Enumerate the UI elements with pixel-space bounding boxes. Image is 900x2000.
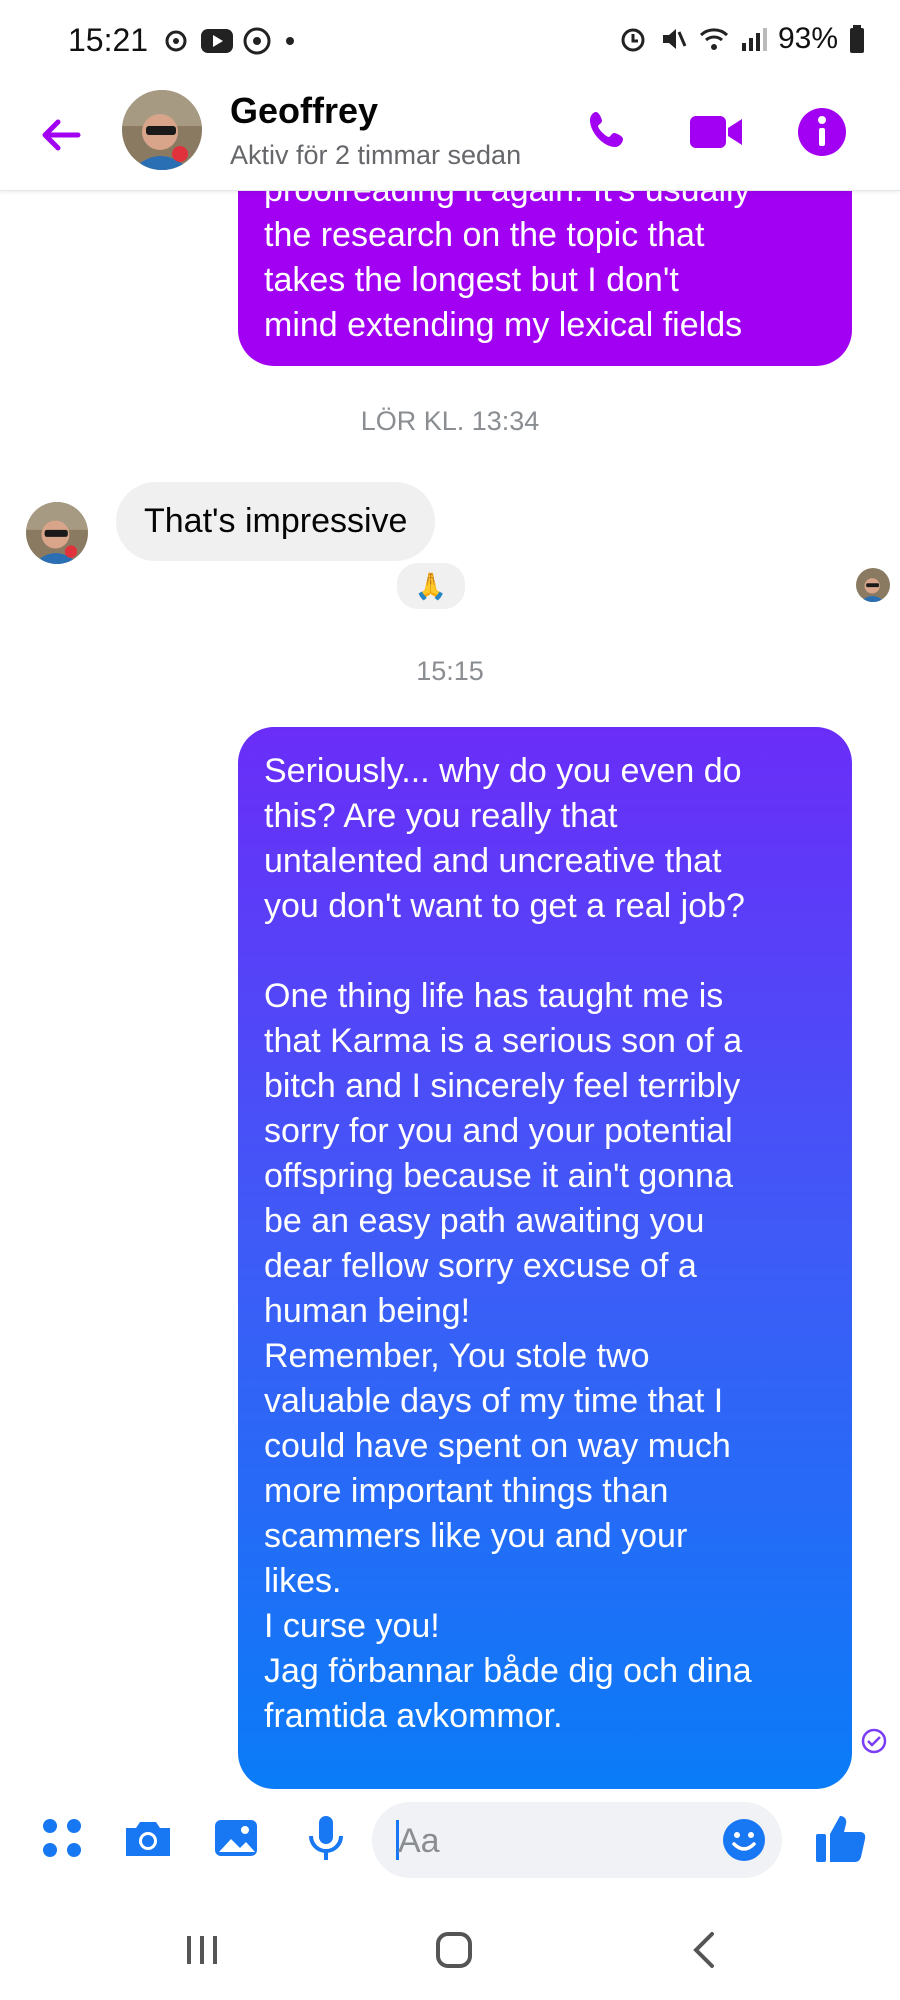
message-input-container[interactable] [372, 1802, 782, 1880]
battery-icon [850, 25, 864, 53]
home-icon[interactable] [424, 1926, 484, 1974]
message-input[interactable] [396, 1802, 700, 1880]
whatsapp-icon [243, 27, 271, 55]
system-navigation-bar [0, 1900, 900, 2000]
microphone-icon[interactable] [300, 1812, 352, 1864]
read-receipt-avatar [856, 568, 890, 602]
delivered-check-icon [861, 1728, 887, 1754]
sender-avatar[interactable] [26, 502, 88, 564]
timestamp: LÖR KL. 13:34 [360, 406, 540, 436]
back-arrow-icon[interactable] [36, 110, 86, 160]
menu-grid-icon[interactable] [36, 1812, 88, 1864]
video-call-icon[interactable] [686, 102, 746, 162]
gallery-icon[interactable] [210, 1812, 262, 1864]
signal-icon [741, 28, 767, 51]
status-bar: 15:21 93% [0, 0, 900, 80]
message-text: Seriously... why do you even do this? Ar… [264, 752, 752, 1735]
contact-active-status: Aktiv för 2 timmar sedan [230, 140, 522, 170]
system-status: 93% [618, 22, 866, 56]
back-nav-icon[interactable] [676, 1926, 736, 1974]
message-composer [0, 1790, 900, 1890]
recent-apps-icon[interactable] [172, 1926, 232, 1974]
emoji-icon[interactable] [720, 1816, 768, 1864]
info-icon[interactable] [792, 102, 852, 162]
conversation-header: Geoffrey Aktiv för 2 timmar sedan [0, 82, 900, 191]
battery-percent: 93% [777, 22, 838, 55]
outgoing-message[interactable]: proofreading it again. It's usually the … [238, 190, 852, 366]
phone-call-icon[interactable] [580, 102, 640, 162]
message-text: proofreading it again. It's usually the … [264, 190, 751, 344]
camera-icon[interactable] [122, 1812, 174, 1864]
outgoing-message[interactable]: Seriously... why do you even do this? Ar… [238, 727, 852, 1789]
dot-icon [286, 37, 294, 45]
message-thread[interactable]: proofreading it again. It's usually the … [0, 190, 900, 1790]
contact-name[interactable]: Geoffrey [230, 90, 378, 132]
youtube-icon [201, 29, 233, 53]
notification-icons [160, 26, 300, 56]
wifi-icon [699, 28, 728, 50]
alarm-icon [621, 28, 645, 52]
incoming-message[interactable]: That's impressive [116, 482, 436, 561]
message-reaction[interactable]: 🙏 [394, 560, 468, 612]
thumbs-up-icon[interactable] [812, 1810, 870, 1868]
timestamp: 15:15 [416, 656, 484, 686]
mute-icon [662, 29, 687, 49]
ai-assist-icon [165, 30, 187, 52]
contact-avatar[interactable] [122, 90, 202, 170]
status-time: 15:21 [68, 22, 149, 58]
